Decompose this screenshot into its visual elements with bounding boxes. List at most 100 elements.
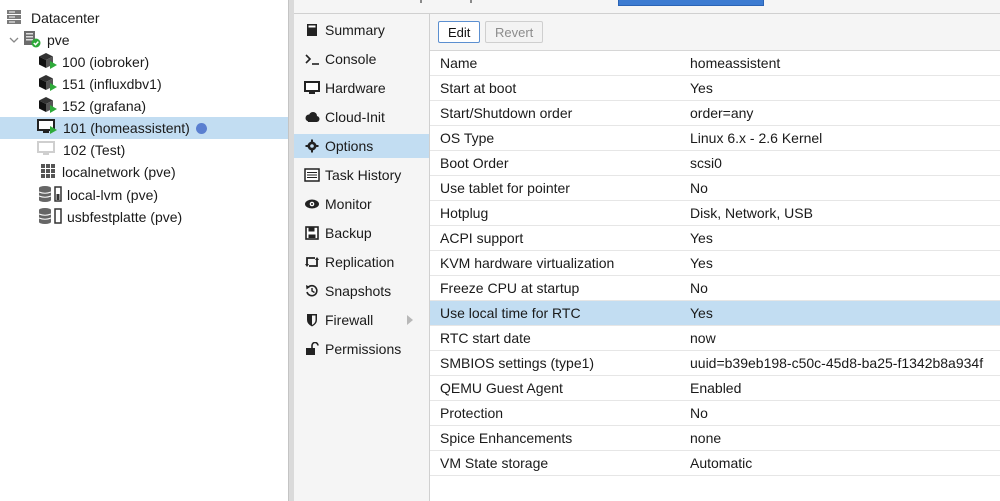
option-value: none: [690, 430, 722, 446]
nav-item-label: Summary: [325, 22, 385, 38]
nav-item-summary[interactable]: Summary: [294, 18, 429, 42]
option-value: Yes: [690, 255, 713, 271]
tree-item-label: 151 (influxdbv1): [62, 76, 162, 92]
revert-button[interactable]: Revert: [485, 21, 544, 43]
options-row[interactable]: Spice Enhancements none: [430, 426, 1000, 451]
options-row[interactable]: QEMU Guest Agent Enabled: [430, 376, 1000, 401]
options-row[interactable]: Hotplug Disk, Network, USB: [430, 201, 1000, 226]
tree-item-ct-100[interactable]: 100 (iobroker): [0, 51, 288, 73]
option-value: No: [690, 180, 708, 196]
nav-item-label: Hardware: [325, 80, 386, 96]
nav-item-label: Replication: [325, 254, 395, 270]
options-row[interactable]: Name homeassistent: [430, 51, 1000, 76]
tree-item-datacenter[interactable]: Datacenter: [0, 7, 288, 29]
options-toolbar: Edit Revert: [430, 14, 1000, 51]
nav-item-label: Permissions: [325, 341, 402, 357]
nav-item-label: Snapshots: [325, 283, 392, 299]
network-grid-icon: [40, 163, 56, 182]
vm-nav-menu: Summary Console Hardware Cloud-Init Opti…: [294, 14, 430, 501]
tree-item-label: Datacenter: [31, 10, 100, 26]
option-key: Freeze CPU at startup: [440, 280, 580, 296]
option-key: Use local time for RTC: [440, 305, 581, 321]
nav-item-label: Firewall: [325, 312, 374, 328]
option-key: Use tablet for pointer: [440, 180, 570, 196]
option-value: uuid=b39eb198-c50c-45d8-ba25-f1342b8a934…: [690, 355, 984, 371]
options-row[interactable]: Start/Shutdown order order=any: [430, 101, 1000, 126]
container-running-icon: [38, 52, 58, 73]
header-selected-segment: [618, 0, 764, 6]
option-value: Yes: [690, 305, 713, 321]
option-key: VM State storage: [440, 455, 549, 471]
nav-item-snapshots[interactable]: Snapshots: [294, 279, 429, 303]
nav-item-backup[interactable]: Backup: [294, 221, 429, 245]
options-row[interactable]: OS Type Linux 6.x - 2.6 Kernel: [430, 126, 1000, 151]
options-row[interactable]: Protection No: [430, 401, 1000, 426]
option-value: scsi0: [690, 155, 722, 171]
header-bracket: [420, 0, 422, 3]
options-row[interactable]: Freeze CPU at startup No: [430, 276, 1000, 301]
chevron-right-icon: [407, 315, 413, 325]
nav-item-console[interactable]: Console: [294, 47, 429, 71]
options-row[interactable]: KVM hardware virtualization Yes: [430, 251, 1000, 276]
options-row[interactable]: Use tablet for pointer No: [430, 176, 1000, 201]
edit-button[interactable]: Edit: [438, 21, 481, 43]
container-running-icon: [38, 96, 58, 117]
vm-stopped-icon: [37, 140, 59, 161]
server-rack-icon: [6, 9, 22, 28]
nav-item-firewall[interactable]: Firewall: [294, 308, 429, 332]
option-key: KVM hardware virtualization: [440, 255, 615, 271]
chevron-down-icon[interactable]: [9, 32, 19, 48]
tree-item-ct-152[interactable]: 152 (grafana): [0, 95, 288, 117]
gear-icon: [303, 139, 321, 153]
list-icon: [303, 168, 321, 182]
options-row-selected[interactable]: Use local time for RTC Yes: [430, 301, 1000, 326]
nav-item-label: Cloud-Init: [325, 109, 385, 125]
option-value: now: [690, 330, 716, 346]
unlock-icon: [303, 342, 321, 356]
tree-item-label: 102 (Test): [63, 142, 126, 158]
tree-item-vm-102[interactable]: 102 (Test): [0, 139, 288, 161]
options-row[interactable]: Boot Order scsi0: [430, 151, 1000, 176]
nav-item-hardware[interactable]: Hardware: [294, 76, 429, 100]
option-key: OS Type: [440, 130, 495, 146]
nav-item-cloud-init[interactable]: Cloud-Init: [294, 105, 429, 129]
option-value: No: [690, 405, 708, 421]
nav-item-task-history[interactable]: Task History: [294, 163, 429, 187]
option-key: Hotplug: [440, 205, 489, 221]
option-key: Protection: [440, 405, 504, 421]
option-value: Automatic: [690, 455, 753, 471]
tree-item-localnetwork[interactable]: localnetwork (pve): [0, 161, 288, 183]
options-row[interactable]: ACPI support Yes: [430, 226, 1000, 251]
option-value: No: [690, 280, 708, 296]
nav-item-monitor[interactable]: Monitor: [294, 192, 429, 216]
nav-item-label: Monitor: [325, 196, 372, 212]
option-value: Linux 6.x - 2.6 Kernel: [690, 130, 823, 146]
options-row[interactable]: VM State storage Automatic: [430, 451, 1000, 476]
option-key: Spice Enhancements: [440, 430, 573, 446]
options-row[interactable]: RTC start date now: [430, 326, 1000, 351]
tree-item-usbfestplatte[interactable]: usbfestplatte (pve): [0, 206, 288, 228]
nav-item-options[interactable]: Options: [294, 134, 429, 158]
option-key: Name: [440, 55, 478, 71]
options-row[interactable]: Start at boot Yes: [430, 76, 1000, 101]
tree-item-label: 152 (grafana): [62, 98, 147, 114]
tree-item-label: localnetwork (pve): [62, 164, 176, 180]
tree-item-ct-151[interactable]: 151 (influxdbv1): [0, 73, 288, 95]
storage-icon: [38, 207, 64, 228]
vm-running-icon: [37, 118, 59, 139]
book-icon: [303, 23, 321, 37]
option-key: Start at boot: [440, 80, 517, 96]
options-row[interactable]: SMBIOS settings (type1) uuid=b39eb198-c5…: [430, 351, 1000, 376]
option-value: order=any: [690, 105, 754, 121]
shield-icon: [303, 313, 321, 327]
tree-item-node-pve[interactable]: pve: [0, 29, 288, 51]
tree-item-local-lvm[interactable]: local-lvm (pve): [0, 184, 288, 206]
nav-item-permissions[interactable]: Permissions: [294, 337, 429, 361]
nav-item-replication[interactable]: Replication: [294, 250, 429, 274]
nav-item-label: Console: [325, 51, 377, 67]
header-bracket: [470, 0, 472, 3]
option-value: Yes: [690, 230, 713, 246]
option-key: QEMU Guest Agent: [440, 380, 563, 396]
option-key: RTC start date: [440, 330, 531, 346]
tree-item-vm-101[interactable]: 101 (homeassistent): [0, 117, 288, 139]
